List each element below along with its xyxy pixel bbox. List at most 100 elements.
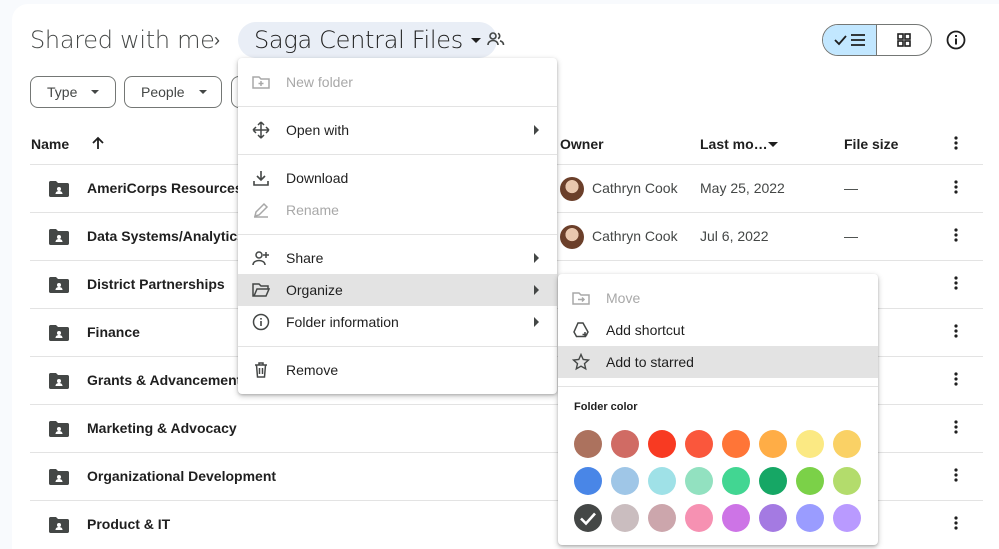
folder-color-swatch[interactable] (648, 430, 676, 458)
folder-color-swatch[interactable] (759, 430, 787, 458)
shared-people-icon[interactable] (487, 31, 505, 47)
shared-folder-icon (49, 325, 69, 341)
folder-color-swatch[interactable] (833, 467, 861, 495)
menu-item-download[interactable]: Download (238, 162, 557, 194)
menu-item-move[interactable]: Move (558, 282, 878, 314)
dropdown-caret-icon (470, 37, 481, 43)
column-header-last-modified[interactable]: Last mo… (700, 136, 768, 152)
breadcrumb-current-folder[interactable]: Saga Central Files (238, 22, 497, 58)
shared-folder-icon (49, 421, 69, 437)
menu-divider (238, 346, 557, 347)
folder-color-swatch[interactable] (611, 504, 639, 532)
menu-item-add-shortcut[interactable]: Add shortcut (558, 314, 878, 346)
folder-color-swatch[interactable] (722, 504, 750, 532)
grid-view-button[interactable] (877, 25, 931, 55)
breadcrumb-chevron-icon: › (214, 30, 220, 50)
row-name: Data Systems/Analytics (87, 228, 245, 244)
row-name: Marketing & Advocacy (87, 420, 237, 436)
submenu-arrow-icon (534, 125, 539, 135)
folder-color-swatch[interactable] (722, 467, 750, 495)
row-name: Finance (87, 324, 140, 340)
folder-color-swatch[interactable] (685, 504, 713, 532)
row-owner: Cathryn Cook (592, 180, 678, 196)
dropdown-caret-icon (198, 90, 207, 94)
filter-people-chip[interactable]: People (124, 76, 222, 108)
folder-color-swatch[interactable] (796, 430, 824, 458)
menu-label: Open with (286, 122, 350, 138)
context-menu: New folder Open with Download Rename Sha… (238, 58, 557, 394)
filter-type-chip[interactable]: Type (30, 76, 116, 108)
breadcrumb-root[interactable]: Shared with me (30, 26, 215, 54)
menu-item-organize[interactable]: Organize (238, 274, 557, 306)
menu-divider (238, 106, 557, 107)
folder-color-swatch[interactable] (648, 467, 676, 495)
menu-item-share[interactable]: Share (238, 242, 557, 274)
dropdown-caret-icon (91, 90, 100, 94)
folder-color-swatch[interactable] (574, 467, 602, 495)
check-icon (580, 512, 596, 526)
menu-divider (238, 154, 557, 155)
trash-icon (255, 362, 267, 378)
menu-label: Add to starred (606, 354, 694, 370)
row-last-modified: Jul 6, 2022 (700, 228, 769, 244)
folder-color-swatch[interactable] (833, 504, 861, 532)
more-vert-icon[interactable] (950, 275, 962, 291)
menu-label: Move (606, 290, 641, 306)
folder-color-swatch[interactable] (722, 430, 750, 458)
folder-color-swatch[interactable] (796, 467, 824, 495)
more-vert-icon[interactable] (950, 419, 962, 435)
more-vert-icon[interactable] (950, 467, 962, 483)
more-vert-icon[interactable] (950, 227, 962, 243)
folder-color-swatch[interactable] (759, 504, 787, 532)
menu-divider (238, 234, 557, 235)
folder-color-swatch[interactable] (574, 504, 602, 532)
submenu-arrow-icon (534, 285, 539, 295)
menu-label: Download (286, 170, 349, 186)
menu-label: Add shortcut (606, 322, 685, 338)
menu-item-folder-information[interactable]: Folder information (238, 306, 557, 338)
more-vert-icon[interactable] (950, 515, 962, 531)
folder-color-swatch[interactable] (648, 504, 676, 532)
avatar (560, 177, 584, 201)
add-shortcut-icon (573, 322, 589, 338)
shared-folder-icon (49, 277, 69, 293)
menu-label: Rename (286, 202, 339, 218)
folder-color-swatch[interactable] (685, 430, 713, 458)
folder-color-swatch[interactable] (833, 430, 861, 458)
list-view-button[interactable] (823, 25, 878, 55)
folder-color-swatch[interactable] (611, 430, 639, 458)
info-icon[interactable] (945, 29, 967, 51)
grid-icon (897, 33, 911, 47)
folder-color-swatch[interactable] (611, 467, 639, 495)
menu-label: New folder (286, 74, 353, 90)
folder-color-swatch[interactable] (574, 430, 602, 458)
column-header-owner[interactable]: Owner (560, 136, 604, 152)
row-name: Organizational Development (87, 468, 277, 484)
menu-label: Share (286, 250, 324, 266)
more-vert-icon[interactable] (950, 135, 962, 151)
row-name: Product & IT (87, 516, 171, 532)
folder-color-swatch[interactable] (685, 467, 713, 495)
folder-color-swatch[interactable] (796, 504, 824, 532)
organize-submenu: Move Add shortcut Add to starred Folder … (558, 274, 878, 545)
more-vert-icon[interactable] (950, 179, 962, 195)
more-vert-icon[interactable] (950, 371, 962, 387)
sort-arrow-up-icon[interactable] (91, 136, 105, 150)
folder-open-icon (252, 283, 270, 297)
filter-type-label: Type (47, 84, 78, 100)
download-icon (253, 171, 269, 186)
folder-color-label: Folder color (574, 401, 638, 413)
shared-folder-icon (49, 517, 69, 533)
menu-item-remove[interactable]: Remove (238, 354, 557, 386)
column-header-name[interactable]: Name (31, 136, 69, 152)
folder-color-swatch[interactable] (759, 467, 787, 495)
menu-item-rename[interactable]: Rename (238, 194, 557, 226)
row-name: District Partnerships (87, 276, 225, 292)
menu-item-new-folder[interactable]: New folder (238, 66, 557, 98)
row-file-size: — (844, 228, 858, 244)
menu-item-add-to-starred[interactable]: Add to starred (558, 346, 878, 378)
menu-item-open-with[interactable]: Open with (238, 114, 557, 146)
more-vert-icon[interactable] (950, 323, 962, 339)
move-arrows-icon (252, 121, 270, 139)
info-icon (252, 313, 270, 331)
